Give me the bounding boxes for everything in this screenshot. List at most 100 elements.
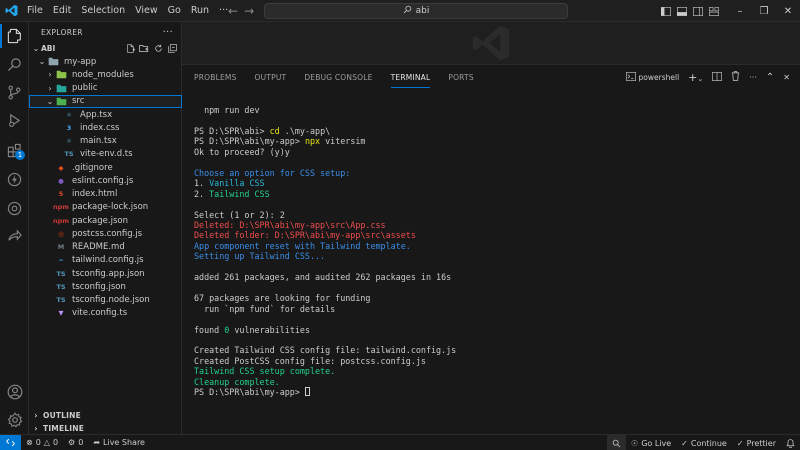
toggle-sidebar-icon[interactable] (658, 0, 674, 22)
explorer-more-button[interactable]: ··· (163, 27, 173, 38)
tree-item-label: node_modules (72, 69, 134, 80)
tab-problems[interactable]: PROBLEMS (194, 70, 237, 86)
tree-item-label: index.css (80, 122, 120, 133)
explorer-icon[interactable] (0, 22, 29, 50)
terminal-text: Vanilla CSS (209, 178, 265, 189)
live-share-icon[interactable] (0, 222, 29, 250)
tree-item[interactable]: 3 index.css (29, 121, 182, 134)
live-share-label: Live Share (103, 438, 145, 447)
account-icon[interactable] (0, 378, 29, 406)
menu-run[interactable]: Run (186, 0, 214, 22)
terminal-text: Ok to proceed? (y)y (194, 146, 290, 157)
menu-file[interactable]: File (22, 0, 48, 22)
minimize-icon[interactable]: – (728, 0, 752, 22)
terminal-output[interactable]: npm run dev PS D:\SPR\abi> cd .\my-app\ P… (194, 105, 794, 398)
new-folder-icon[interactable] (139, 44, 149, 54)
tree-item[interactable]: ● eslint.config.js (29, 174, 182, 187)
tree-item[interactable]: ⌄ my-app (29, 55, 182, 68)
terminal-text: PS D:\SPR\abi\my-app> (194, 136, 305, 147)
back-arrow-icon[interactable]: ← (228, 4, 238, 18)
trash-icon[interactable] (731, 71, 740, 83)
tree-item[interactable]: npm package-lock.json (29, 201, 182, 214)
problems-status[interactable]: ⊗ 0 △ 0 (21, 435, 63, 450)
tree-item[interactable]: ◆ .gitignore (29, 161, 182, 174)
tree-item[interactable]: ~ tailwind.config.js (29, 254, 182, 267)
tab-ports[interactable]: PORTS (448, 70, 473, 86)
continue-label: Continue (690, 438, 727, 448)
ports-status[interactable]: ⚙ 0 (63, 435, 88, 450)
close-panel-icon[interactable]: ✕ (783, 73, 790, 82)
terminal-line: Tailwind CSS setup complete. (194, 366, 794, 376)
outline-section[interactable]: › OUTLINE (29, 409, 182, 422)
terminal-line: PS D:\SPR\abi> cd .\my-app\ (194, 126, 794, 136)
menu-view[interactable]: View (130, 0, 163, 22)
customize-layout-icon[interactable] (706, 0, 722, 22)
terminal-selector[interactable]: powershell (625, 71, 679, 83)
terminal-line: found 0 vulnerabilities (194, 325, 794, 335)
tree-item[interactable]: › node_modules (29, 68, 182, 81)
terminal-text: run `npm fund` for details (194, 303, 336, 314)
tab-debug-console[interactable]: DEBUG CONSOLE (304, 70, 372, 86)
run-debug-icon[interactable] (0, 106, 29, 134)
extensions-icon[interactable]: 1 (0, 136, 29, 164)
tab-output[interactable]: OUTPUT (255, 70, 287, 86)
terminal-text: npm run dev (194, 105, 260, 115)
typescript-file-icon: TS (56, 269, 66, 278)
copilot-icon[interactable] (0, 194, 29, 222)
search-icon[interactable] (0, 50, 29, 78)
terminal-text: Tailwind CSS setup complete. (194, 366, 336, 377)
tree-item[interactable]: TS tsconfig.node.json (29, 294, 182, 307)
tree-item[interactable]: ▼ vite.config.ts (29, 307, 182, 320)
go-live-button[interactable]: ☉ Go Live (626, 435, 676, 450)
tree-item[interactable]: TS tsconfig.json (29, 280, 182, 293)
more-actions-icon[interactable]: ··· (749, 73, 757, 82)
warning-count: 0 (52, 438, 59, 447)
collapse-all-icon[interactable] (167, 44, 177, 54)
settings-gear-icon[interactable] (0, 406, 29, 434)
continue-button[interactable]: ✓ Continue (676, 435, 732, 450)
refresh-icon[interactable] (153, 44, 163, 54)
tree-item[interactable]: ⚛ main.tsx (29, 135, 182, 148)
remote-indicator-icon[interactable] (0, 434, 21, 450)
live-share-status[interactable]: ➦ Live Share (88, 435, 150, 450)
maximize-panel-icon[interactable]: ⌃ (766, 72, 774, 83)
status-bar: ⊗ 0 △ 0 ⚙ 0 ➦ Live Share ☉ Go Live ✓ Con… (0, 434, 800, 450)
tree-item[interactable]: ⌄ src (29, 94, 182, 108)
tree-item-label: package-lock.json (72, 202, 149, 213)
tree-item[interactable]: M README.md (29, 241, 182, 254)
terminal-text: 2. (194, 188, 210, 199)
prettier-label: Prettier (746, 438, 776, 448)
toggle-panel-icon[interactable] (674, 0, 690, 22)
tree-item[interactable]: npm package.json (29, 214, 182, 227)
tree-item[interactable]: › public (29, 82, 182, 95)
terminal-line: run `npm fund` for details (194, 304, 794, 314)
tab-terminal[interactable]: TERMINAL (390, 70, 431, 88)
new-terminal-icon[interactable]: +⌄ (688, 71, 703, 84)
forward-arrow-icon[interactable]: → (244, 4, 254, 18)
menu-go[interactable]: Go (163, 0, 186, 22)
tree-item-label: postcss.config.js (72, 228, 143, 239)
terminal-text: vitersim (320, 136, 366, 147)
source-control-icon[interactable] (0, 78, 29, 106)
split-terminal-icon[interactable] (712, 71, 723, 83)
tree-item[interactable]: ⚛ App.tsx (29, 108, 182, 121)
new-file-icon[interactable] (125, 44, 135, 54)
toggle-secondary-sidebar-icon[interactable] (690, 0, 706, 22)
live-share-small-icon: ➦ (93, 438, 101, 447)
tree-item[interactable]: 5 index.html (29, 188, 182, 201)
tree-item[interactable]: TS vite-env.d.ts (29, 148, 182, 161)
tree-item[interactable]: TS tsconfig.app.json (29, 267, 182, 280)
thunder-client-icon[interactable] (0, 165, 29, 193)
menu-edit[interactable]: Edit (48, 0, 76, 22)
terminal-line: PS D:\SPR\abi\my-app> (194, 387, 794, 397)
tree-item[interactable]: ◎ postcss.config.js (29, 227, 182, 240)
close-icon[interactable]: ✕ (776, 0, 800, 22)
zoom-icon[interactable] (607, 435, 627, 450)
restore-icon[interactable]: ❐ (752, 0, 776, 22)
notifications-bell-icon[interactable] (781, 435, 800, 450)
editor-area[interactable] (182, 22, 800, 64)
command-center-search[interactable]: abi (264, 3, 568, 19)
menu-selection[interactable]: Selection (76, 0, 130, 22)
prettier-button[interactable]: ✓ Prettier (732, 435, 781, 450)
